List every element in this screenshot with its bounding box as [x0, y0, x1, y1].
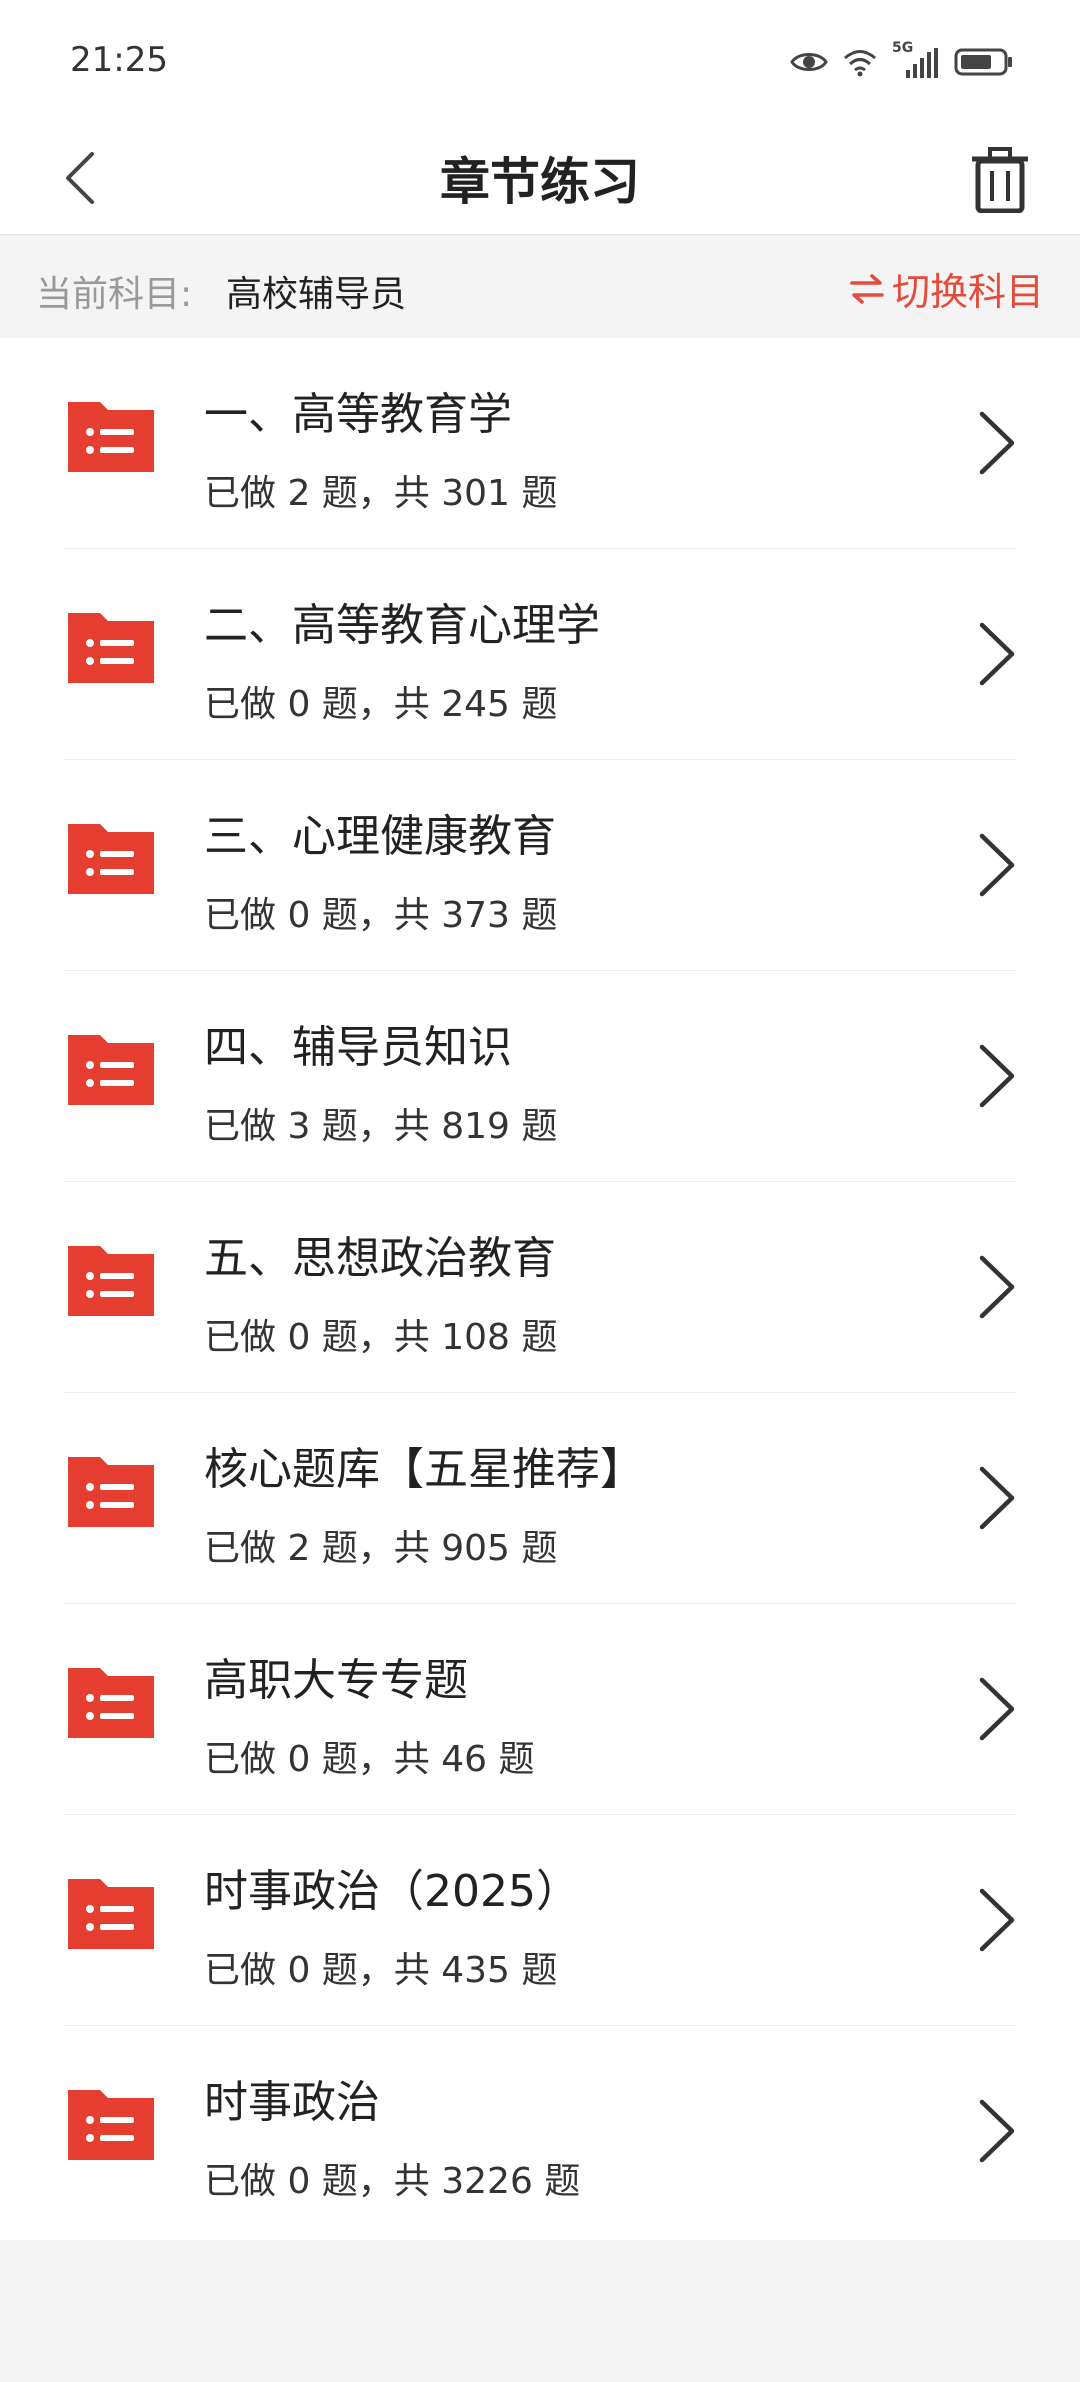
wifi-icon: [844, 50, 876, 77]
chapter-progress: 已做 2 题，共 301 题: [204, 473, 558, 514]
folder-list-icon: [68, 1246, 154, 1316]
folder-list-icon: [68, 2090, 154, 2160]
chapter-item[interactable]: 核心题库【五星推荐】 已做 2 题，共 905 题: [0, 1393, 1080, 1604]
chapter-progress: 已做 2 题，共 905 题: [204, 1528, 558, 1569]
chapter-progress: 已做 0 题，共 108 题: [204, 1317, 558, 1358]
chevron-right-icon: [979, 1677, 1015, 1741]
folder-list-icon: [68, 824, 154, 894]
chapter-title: 高职大专专题: [204, 1655, 468, 1706]
chevron-right-icon: [979, 2099, 1015, 2163]
switch-subject-label: 切换科目: [891, 270, 1044, 314]
chapter-item[interactable]: 时事政治 已做 0 题，共 3226 题: [0, 2026, 1080, 2237]
subject-bar: 当前科目: 高校辅导员 切换科目: [0, 235, 1080, 337]
folder-list-icon: [68, 1457, 154, 1527]
chapter-progress: 已做 0 题，共 373 题: [204, 895, 558, 936]
status-time: 21:25: [70, 40, 168, 80]
subject-label: 当前科目:: [36, 274, 193, 315]
chapter-list: 一、高等教育学 已做 2 题，共 301 题 二、高等教育心理学 已做 0 题，…: [0, 338, 1080, 2240]
header: 章节练习: [0, 120, 1080, 235]
chapter-item[interactable]: 四、辅导员知识 已做 3 题，共 819 题: [0, 971, 1080, 1182]
folder-list-icon: [68, 1879, 154, 1949]
trash-icon: [972, 147, 1028, 213]
switch-subject-button[interactable]: 切换科目: [850, 261, 1044, 316]
delete-button[interactable]: [950, 130, 1050, 230]
folder-list-icon: [68, 1668, 154, 1738]
chapter-progress: 已做 0 题，共 245 题: [204, 684, 558, 725]
chevron-right-icon: [979, 1255, 1015, 1319]
chevron-right-icon: [979, 833, 1015, 897]
folder-list-icon: [68, 1035, 154, 1105]
signal-icon: 5G: [892, 40, 940, 78]
status-bar: 21:25 5G: [0, 0, 1080, 120]
chapter-progress: 已做 0 题，共 435 题: [204, 1950, 558, 1991]
chapter-item[interactable]: 时事政治（2025） 已做 0 题，共 435 题: [0, 1815, 1080, 2026]
chapter-title: 四、辅导员知识: [204, 1022, 512, 1073]
chapter-title: 时事政治（2025）: [204, 1866, 580, 1917]
chapter-item[interactable]: 二、高等教育心理学 已做 0 题，共 245 题: [0, 549, 1080, 760]
chevron-right-icon: [979, 1466, 1015, 1530]
chapter-item[interactable]: 高职大专专题 已做 0 题，共 46 题: [0, 1604, 1080, 1815]
chevron-right-icon: [979, 1888, 1015, 1952]
folder-list-icon: [68, 613, 154, 683]
chapter-title: 核心题库【五星推荐】: [204, 1444, 644, 1495]
chapter-title: 五、思想政治教育: [204, 1233, 556, 1284]
subject-value: 高校辅导员: [226, 274, 407, 315]
page-title: 章节练习: [440, 153, 640, 211]
swap-arrows-icon: [850, 273, 884, 304]
chapter-title: 时事政治: [204, 2077, 380, 2128]
battery-icon: [954, 48, 1012, 76]
chapter-progress: 已做 0 题，共 46 题: [204, 1739, 535, 1780]
status-icons: 5G: [790, 40, 1014, 82]
eye-icon: [790, 53, 828, 71]
chapter-progress: 已做 0 题，共 3226 题: [204, 2161, 581, 2202]
chapter-title: 一、高等教育学: [204, 389, 512, 440]
chapter-item[interactable]: 三、心理健康教育 已做 0 题，共 373 题: [0, 760, 1080, 971]
chapter-title: 二、高等教育心理学: [204, 600, 600, 651]
chevron-right-icon: [979, 411, 1015, 475]
folder-list-icon: [68, 402, 154, 472]
chevron-right-icon: [979, 1044, 1015, 1108]
chevron-right-icon: [979, 622, 1015, 686]
chapter-progress: 已做 3 题，共 819 题: [204, 1106, 558, 1147]
chapter-item[interactable]: 五、思想政治教育 已做 0 题，共 108 题: [0, 1182, 1080, 1393]
chapter-item[interactable]: 一、高等教育学 已做 2 题，共 301 题: [0, 338, 1080, 549]
chapter-title: 三、心理健康教育: [204, 811, 556, 862]
